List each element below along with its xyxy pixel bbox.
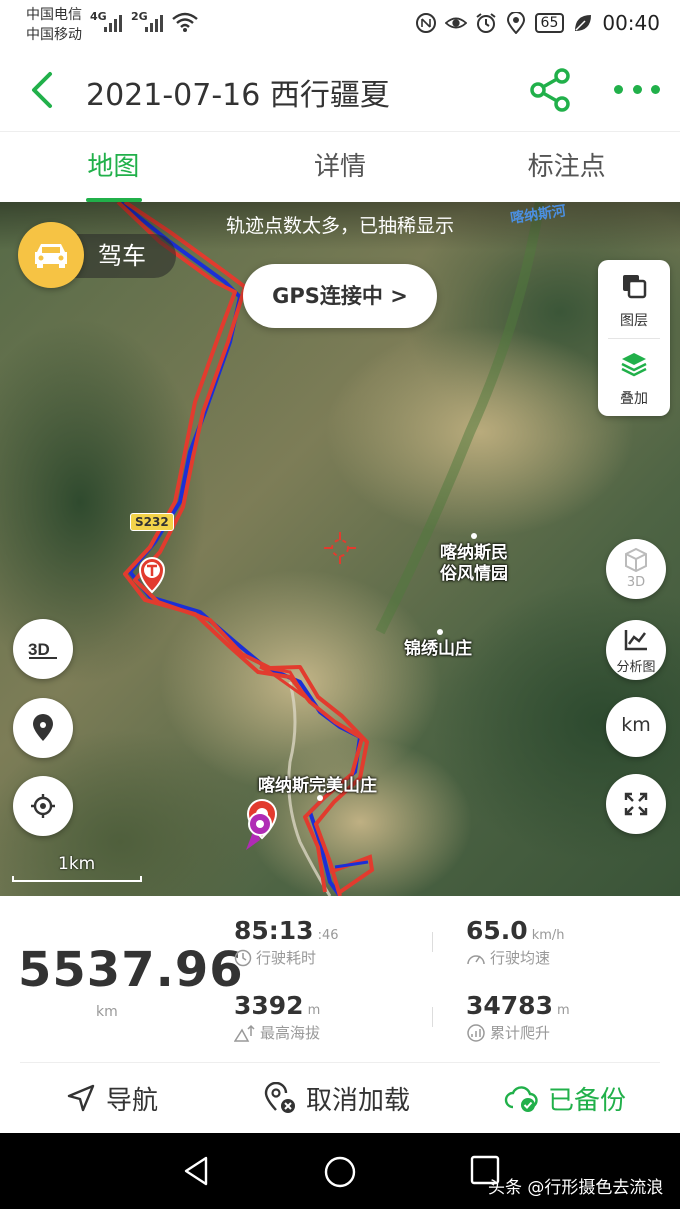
duration-seconds: :46 [317,928,339,943]
overlay-label: 叠加 [620,391,648,407]
place-label: 俗风情园 [440,564,508,584]
fullscreen-button[interactable] [606,774,666,834]
tab-markers[interactable]: 标注点 [453,132,680,202]
scale-label: 1km [58,854,96,874]
fullscreen-icon [624,792,648,816]
footprint-pin-icon [33,714,53,741]
3d-view-label: 3D [626,575,646,590]
stat-max-altitude: 3392 m 最高海拔 [234,991,320,1043]
total-climb-unit: m [556,1003,570,1018]
signal-bars-icon [104,12,124,32]
cancel-load-label: 取消加载 [306,1085,411,1116]
carrier-2: 中国移动 [26,27,82,43]
climb-chart-icon [467,1023,485,1042]
back-chevron-left-icon[interactable] [24,68,64,112]
chart-icon [624,630,647,651]
cloud-check-icon [504,1086,538,1112]
signal-bars-icon [145,12,165,32]
distance-unit: km [96,1004,118,1020]
duration-label: 行驶耗时 [256,949,317,967]
stat-avg-speed: 65.0 km/h 行驶均速 [466,916,565,968]
system-nav-bar: 头条 @行形摄色去流浪 [0,1133,680,1209]
unit-km-label: km [621,714,651,736]
layer-panel: 图层 叠加 [598,260,670,416]
tab-map[interactable]: 地图 [0,132,227,202]
locate-me-button[interactable] [13,776,73,836]
speedometer-icon [467,954,485,964]
car-icon [18,222,84,288]
max-altitude-unit: m [307,1003,321,1018]
avg-speed-label: 行驶均速 [490,949,551,967]
track-stats: 5537.96 km 85:13:46 行驶耗时 65.0 km/h 行驶均速 3… [0,896,680,1063]
home-circle-icon[interactable] [323,1155,357,1189]
battery-level: 65 [534,13,565,33]
stat-total-climb: 34783 m 累计爬升 [466,991,570,1043]
clock-icon [234,949,252,966]
max-altitude-value: 3392 [234,991,304,1020]
3d-tilt-button[interactable]: 3D [13,619,73,679]
analysis-chart-label: 分析图 [616,660,656,675]
stat-duration: 85:13:46 行驶耗时 [234,916,339,968]
place-label: 喀纳斯完美山庄 [258,776,377,796]
layers-label: 图层 [620,313,648,329]
3d-icon: 3D [28,640,57,659]
navigate-button[interactable]: 导航 [66,1063,158,1133]
analysis-chart-button[interactable]: 分析图 [606,620,666,680]
place-label: 喀纳斯民 [440,543,508,563]
road-sign: S232 [130,513,174,531]
map-scale: 1km [12,854,142,884]
layers-square-icon [623,275,647,299]
total-climb-label: 累计爬升 [490,1024,551,1042]
eye-icon [444,12,467,34]
page-title: 2021-07-16 西行疆夏 [86,78,390,113]
locate-icon [31,794,55,818]
3d-view-button[interactable]: 3D [606,539,666,599]
travel-mode-badge[interactable]: 驾车 [18,222,188,288]
stack-icon [621,353,647,377]
nfc-icon [415,12,437,34]
carrier-1: 中国电信 [26,7,82,23]
avg-speed-unit: km/h [531,928,565,943]
location-icon [505,12,527,34]
cube-icon [625,547,647,573]
watermark: 头条 @行形摄色去流浪 [488,1178,664,1198]
more-dots-icon[interactable] [614,76,660,102]
total-climb-value: 34783 [466,991,553,1020]
place-label: 锦绣山庄 [404,639,472,659]
overlay-button[interactable]: 叠加 [598,338,670,416]
tab-bar: 地图 详情 标注点 [0,132,680,202]
status-bar: 中国电信 中国移动 4G 2G 65 00:40 [0,0,680,48]
mountain-icon [234,1024,255,1042]
total-distance: 5537.96 [18,942,244,998]
duration-value: 85:13 [234,916,314,945]
footprint-button[interactable] [13,698,73,758]
gps-status-button[interactable]: GPS连接中 > [243,264,437,328]
backed-up-button[interactable]: 已备份 [504,1063,626,1133]
avg-speed-value: 65.0 [466,916,528,945]
navigate-arrow-icon [67,1084,95,1112]
backed-up-label: 已备份 [548,1085,627,1116]
cancel-load-button[interactable]: 取消加载 [264,1063,410,1133]
wifi-icon [172,12,198,32]
tab-details[interactable]: 详情 [227,132,454,202]
alarm-icon [475,12,497,34]
layers-button[interactable]: 图层 [598,260,670,338]
pin-cancel-icon [264,1082,295,1113]
share-icon[interactable] [526,66,574,114]
back-triangle-icon[interactable] [180,1155,212,1187]
navigate-label: 导航 [106,1085,159,1116]
leaf-icon [572,12,594,34]
max-altitude-label: 最高海拔 [260,1024,321,1042]
clock: 00:40 [602,11,660,35]
app-header: 2021-07-16 西行疆夏 [0,48,680,132]
unit-km-button[interactable]: km [606,697,666,757]
bottom-actions: 导航 取消加载 已备份 [0,1063,680,1133]
map-view[interactable]: 轨迹点数太多，已抽稀显示 喀纳斯河 驾车 GPS连接中 > 图层 叠加 3D 分… [0,202,680,896]
svg-text:3D: 3D [28,640,50,659]
